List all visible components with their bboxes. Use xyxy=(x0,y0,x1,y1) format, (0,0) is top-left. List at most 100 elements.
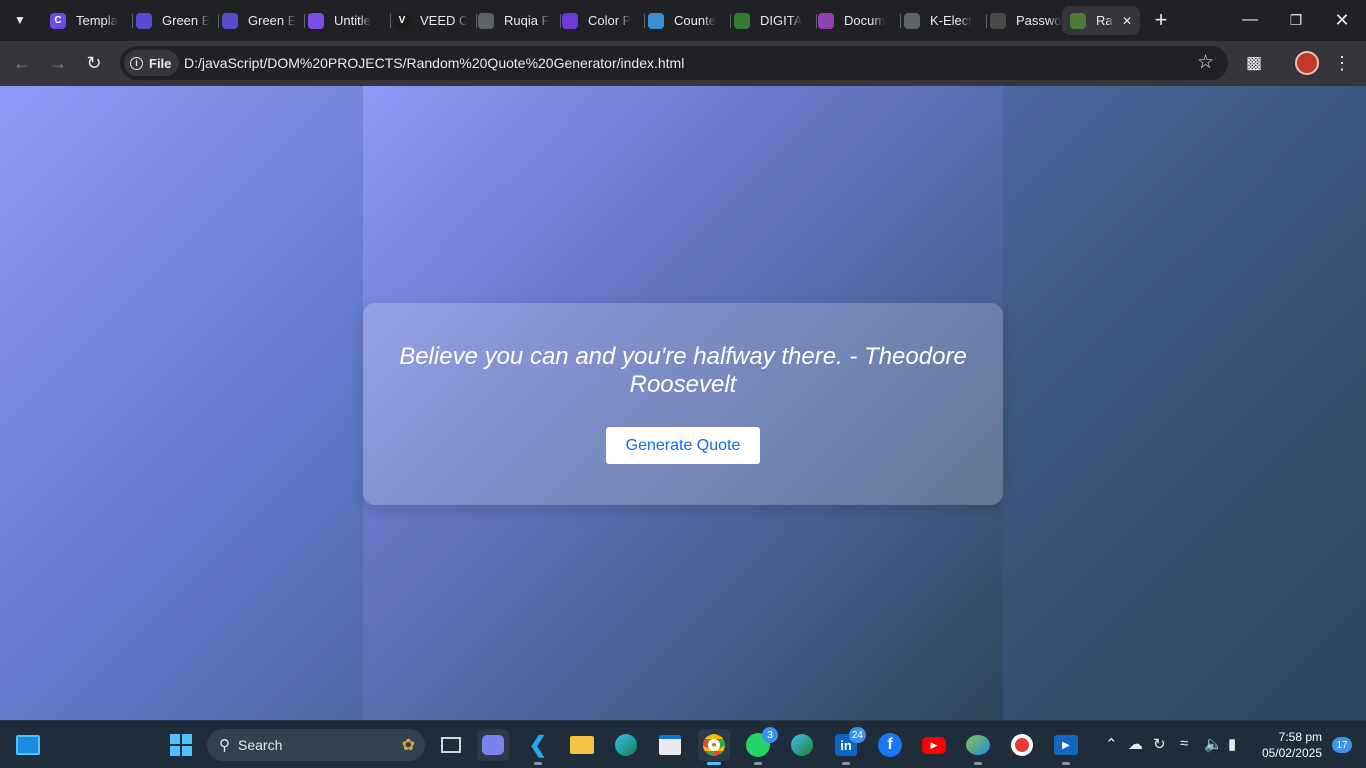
linkedin-badge: 24 xyxy=(848,727,866,743)
tab-5[interactable]: Ruqia F xyxy=(476,6,558,35)
tab-separator xyxy=(644,14,645,28)
tab-label: DIGITA xyxy=(760,13,803,28)
forward-button[interactable]: → xyxy=(46,51,70,75)
whatsapp-icon[interactable]: 3 xyxy=(742,727,778,765)
tab-favicon-icon xyxy=(1070,12,1086,29)
bookmark-star-icon[interactable]: ☆ xyxy=(1197,51,1214,74)
tab-favicon-icon xyxy=(136,12,152,29)
video-editor-icon[interactable]: ▶ xyxy=(1050,729,1082,765)
tab-favicon-icon xyxy=(648,12,664,29)
tab-favicon-icon xyxy=(222,12,238,29)
tab-favicon-icon xyxy=(478,12,494,29)
tab-4[interactable]: V VEED C xyxy=(392,6,474,35)
battery-icon[interactable]: ▮ xyxy=(1228,735,1236,753)
quote-text: Believe you can and you're halfway there… xyxy=(399,343,967,398)
clock[interactable]: 7:58 pm 05/02/2025 xyxy=(1262,729,1322,761)
restore-button[interactable]: ❐ xyxy=(1284,8,1308,32)
onedrive-cloud-icon[interactable]: ☁ xyxy=(1128,735,1143,753)
sync-icon[interactable]: ↻ xyxy=(1153,735,1166,753)
tab-label: Counte xyxy=(674,13,716,28)
tab-12[interactable]: Ra ✕ xyxy=(1062,6,1140,35)
generate-quote-button[interactable]: Generate Quote xyxy=(606,427,760,464)
notification-badge[interactable]: 17 xyxy=(1332,737,1352,753)
tab-separator xyxy=(390,14,391,28)
tab-3[interactable]: Untitle xyxy=(306,6,388,35)
tab-1[interactable]: Green E xyxy=(134,6,216,35)
tab-9[interactable]: Docum xyxy=(816,6,898,35)
page-container: Believe you can and you're halfway there… xyxy=(363,86,1003,720)
tab-label: Color P xyxy=(588,13,632,28)
tab-separator xyxy=(132,14,133,28)
facebook-icon[interactable]: f xyxy=(874,729,906,761)
page-body: Believe you can and you're halfway there… xyxy=(0,86,1366,720)
tab-label: Untitle xyxy=(334,13,371,28)
teams-icon[interactable] xyxy=(477,729,509,761)
tab-2[interactable]: Green E xyxy=(220,6,302,35)
tab-separator xyxy=(730,14,731,28)
search-highlight-icon: ✿ xyxy=(401,737,415,754)
chrome-icon[interactable] xyxy=(698,729,730,765)
address-bar[interactable]: i File D:/javaScript/DOM%20PROJECTS/Rand… xyxy=(120,46,1228,80)
tab-label: Docum xyxy=(844,13,886,28)
tab-label: Green E xyxy=(162,13,211,28)
tab-label: Ruqia F xyxy=(504,13,550,28)
close-tab-icon[interactable]: ✕ xyxy=(1122,14,1132,28)
tab-0[interactable]: C Templa xyxy=(48,6,130,35)
close-window-button[interactable]: ✕ xyxy=(1330,8,1354,32)
edge-profile-icon[interactable] xyxy=(786,729,818,761)
wifi-icon[interactable]: ≈ xyxy=(1180,735,1188,752)
tab-7[interactable]: Counte xyxy=(646,6,728,35)
vscode-icon[interactable]: ❮ xyxy=(522,729,554,765)
file-explorer-icon[interactable] xyxy=(566,729,598,761)
tab-favicon-icon xyxy=(562,12,578,29)
edge-icon[interactable] xyxy=(610,729,642,761)
back-button[interactable]: ← xyxy=(10,51,34,75)
tab-label: Templa xyxy=(76,13,118,28)
tab-11[interactable]: Passwo xyxy=(988,6,1070,35)
info-icon: i xyxy=(130,56,143,70)
tab-8[interactable]: DIGITA xyxy=(732,6,814,35)
recorder-icon[interactable] xyxy=(1006,729,1038,761)
site-info-chip[interactable]: i File xyxy=(124,50,180,76)
tab-separator xyxy=(986,14,987,28)
tab-label: Ra xyxy=(1096,13,1113,28)
linkedin-icon[interactable]: in 24 xyxy=(830,727,866,765)
tab-label: K-Elect xyxy=(930,13,972,28)
tab-search-chevron-icon[interactable]: ▼ xyxy=(8,8,32,32)
network-app-icon[interactable] xyxy=(962,729,994,765)
tray-chevron-up-icon[interactable]: ⌃ xyxy=(1105,735,1118,753)
extensions-icon[interactable]: ▩ xyxy=(1242,51,1266,75)
search-icon: ⚲ xyxy=(219,737,230,754)
tab-separator xyxy=(900,14,901,28)
store-icon[interactable] xyxy=(654,729,686,761)
browser-toolbar: ← → ↻ i File D:/javaScript/DOM%20PROJECT… xyxy=(0,41,1366,86)
task-view-icon[interactable] xyxy=(435,729,467,761)
minimize-button[interactable]: — xyxy=(1238,8,1262,32)
tab-label: Green E xyxy=(248,13,297,28)
quote-card: Believe you can and you're halfway there… xyxy=(363,303,1003,505)
tab-label: Passwo xyxy=(1016,13,1062,28)
tab-strip: ▼ C Templa Green E Green E Untitle V VEED C Ruq… xyxy=(0,0,1366,41)
menu-kebab-icon[interactable]: ⋮ xyxy=(1330,51,1354,75)
reload-button[interactable]: ↻ xyxy=(82,51,106,75)
tab-6[interactable]: Color P xyxy=(560,6,642,35)
start-windows-icon[interactable] xyxy=(165,729,197,761)
whatsapp-badge: 3 xyxy=(762,727,778,743)
taskbar-search[interactable]: ⚲ Search ✿ xyxy=(207,729,425,761)
clock-time: 7:58 pm xyxy=(1278,730,1322,744)
tab-favicon-icon xyxy=(308,12,324,29)
tab-label: VEED C xyxy=(420,13,469,28)
youtube-icon[interactable]: ▶ xyxy=(918,729,950,761)
site-info-label: File xyxy=(149,55,172,71)
widgets-icon[interactable] xyxy=(12,729,44,761)
tab-favicon-icon: V xyxy=(394,12,410,29)
profile-avatar[interactable] xyxy=(1295,51,1319,75)
tab-10[interactable]: K-Elect xyxy=(902,6,984,35)
tab-favicon-icon xyxy=(734,12,750,29)
url-text[interactable]: D:/javaScript/DOM%20PROJECTS/Random%20Qu… xyxy=(184,55,684,71)
clock-date: 05/02/2025 xyxy=(1261,746,1322,760)
new-tab-button[interactable]: + xyxy=(1149,7,1173,32)
search-label: Search xyxy=(238,737,283,753)
tab-separator xyxy=(304,14,305,28)
volume-icon[interactable]: 🔈 xyxy=(1204,735,1223,753)
